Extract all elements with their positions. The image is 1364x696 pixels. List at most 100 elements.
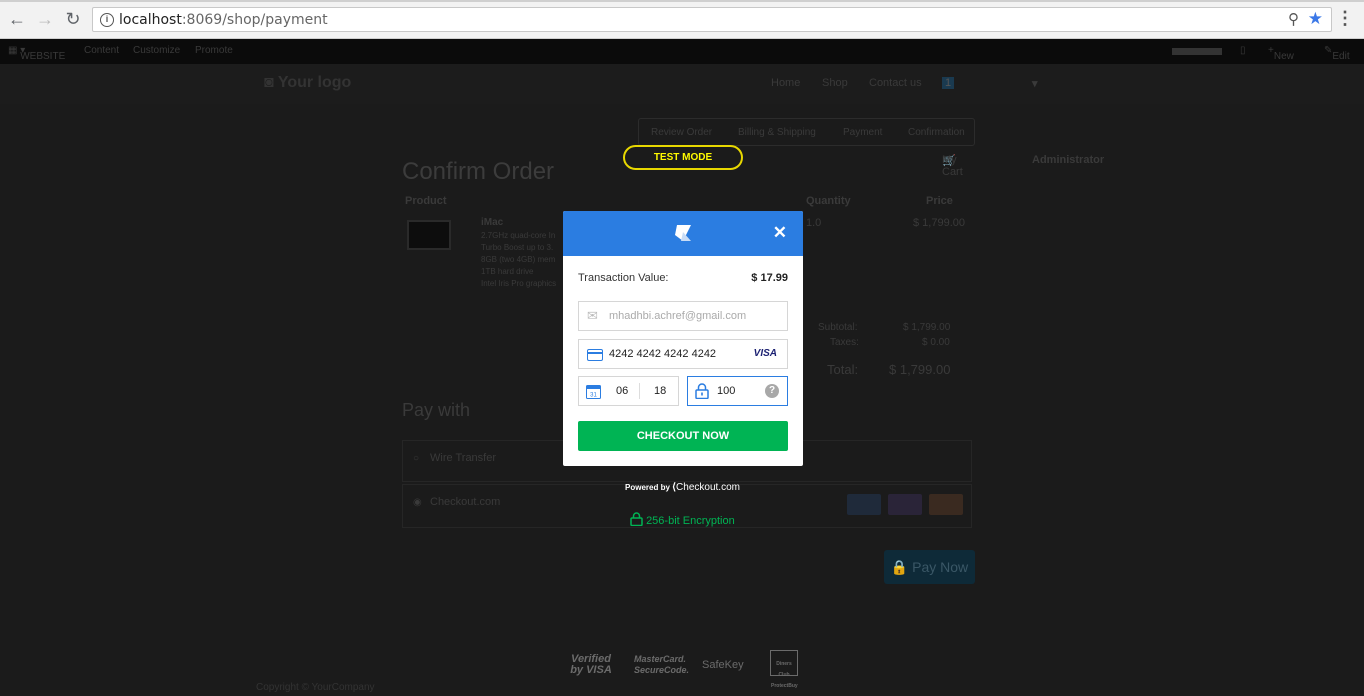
admin-new-button[interactable]: + New (1268, 45, 1294, 62)
nav-shop[interactable]: Shop (822, 77, 848, 89)
total-value: $ 1,799.00 (889, 362, 951, 377)
product-desc-line: Intel Iris Pro graphics (481, 279, 557, 288)
site-logo-text: Your logo (277, 74, 352, 91)
reload-icon[interactable]: ↻ (62, 8, 84, 30)
product-description: 2.7GHz quad-core In Turbo Boost up to 3.… (481, 230, 556, 290)
card-number-value: 4242 4242 4242 4242 (609, 348, 717, 360)
subtotal-label: Subtotal: (818, 322, 858, 333)
safekey-logo: SafeKey (702, 659, 744, 671)
browser-toolbar: ← → ↻ i localhost:8069/shop/payment ⚲ ★ … (0, 0, 1364, 39)
step-review-order[interactable]: Review Order (651, 127, 712, 138)
nav-cart[interactable]: 🛒 My Cart 1 (942, 77, 963, 178)
taxes-label: Taxes: (830, 337, 859, 348)
email-value: mhadhbi.achref@gmail.com (609, 310, 747, 322)
url-path: :8069/shop/payment (181, 12, 328, 28)
admin-customize-menu[interactable]: Customize (133, 45, 180, 56)
product-desc-line: 2.7GHz quad-core In (481, 231, 556, 240)
checkout-steps: Review Order Billing & Shipping Payment … (638, 118, 975, 146)
browser-menu-icon[interactable]: ⋮ (1336, 8, 1354, 29)
nav-contact[interactable]: Contact us (869, 77, 922, 89)
url-text[interactable]: localhost:8069/shop/payment (119, 12, 328, 28)
maestro-card-icon (888, 494, 922, 515)
admin-promote-menu[interactable]: Promote (195, 45, 233, 56)
admin-edit-button[interactable]: ✎ Edit (1324, 45, 1350, 62)
checkout-now-button[interactable]: CHECKOUT NOW (578, 421, 788, 451)
checkout-modal: ✕ Transaction Value: $ 17.99 ✉ mhadhbi.a… (563, 211, 803, 466)
card-number-field[interactable]: 4242 4242 4242 4242 VISA (578, 339, 788, 369)
cvv-field[interactable]: 100 ? (687, 376, 788, 406)
email-field[interactable]: ✉ mhadhbi.achref@gmail.com (578, 301, 788, 331)
subtotal-value: $ 1,799.00 (903, 322, 951, 333)
cvv-value: 100 (717, 385, 736, 397)
pay-now-button[interactable]: 🔒 Pay Now (884, 550, 975, 584)
help-icon[interactable]: ? (765, 384, 779, 398)
checkout-logo-icon (675, 225, 691, 241)
expiry-field[interactable]: 31 06 18 (578, 376, 679, 406)
admin-search-box[interactable] (1172, 48, 1222, 55)
product-quantity: 1.0 (806, 217, 822, 229)
mobile-preview-icon[interactable]: ▯ (1240, 45, 1246, 56)
pay-with-title: Pay with (402, 400, 471, 420)
diners-protectbuy-logo: Diners Club ProtectBuy (770, 650, 798, 689)
admin-content-menu[interactable]: Content (84, 45, 119, 56)
col-price-header: Price (926, 195, 953, 207)
product-desc-line: 1TB hard drive (481, 267, 534, 276)
nav-home[interactable]: Home (771, 77, 800, 89)
expiry-month[interactable]: 06 (616, 385, 628, 397)
pay-now-label: Pay Now (912, 559, 969, 575)
admin-website-menu[interactable]: ▦ WEBSITE ▾ (8, 45, 65, 62)
svg-text:31: 31 (590, 393, 597, 399)
verified-by-visa-logo: Verified by VISA (570, 653, 612, 676)
site-header (0, 64, 1364, 104)
mastercard-securecode-logo: MasterCard. SecureCode. (634, 654, 690, 675)
visa-brand-icon: VISA (753, 348, 777, 359)
forward-arrow-icon[interactable]: → (34, 8, 56, 30)
zoom-icon[interactable]: ⚲ (1288, 10, 1299, 28)
product-image (407, 220, 451, 250)
close-icon[interactable]: ✕ (773, 224, 787, 242)
nav-cart-label: My Cart (942, 154, 963, 178)
site-logo[interactable]: ◙ Your logo (264, 74, 351, 92)
back-arrow-icon[interactable]: ← (6, 8, 28, 30)
encryption-badge: 256-bit Encryption (630, 512, 735, 527)
step-billing-shipping[interactable]: Billing & Shipping (738, 127, 816, 138)
product-name[interactable]: iMac (481, 217, 503, 228)
bookmark-star-icon[interactable]: ★ (1308, 9, 1323, 29)
url-host: localhost (119, 12, 182, 28)
info-icon[interactable]: i (100, 13, 114, 27)
nav-administrator-label: Administrator (1032, 154, 1105, 166)
product-desc-line: 8GB (two 4GB) mem (481, 255, 556, 264)
product-price: $ 1,799.00 (913, 217, 965, 229)
admin-new-label: New (1273, 51, 1294, 62)
tab-strip (0, 0, 1364, 2)
modal-header: ✕ (563, 211, 803, 256)
total-label: Total: (827, 362, 859, 377)
radio-wire-transfer[interactable]: ○ (413, 453, 419, 464)
mastercard-icon (929, 494, 963, 515)
visa-card-icon (847, 494, 881, 515)
page-title: Confirm Order (402, 158, 555, 185)
step-confirmation: Confirmation (908, 127, 965, 138)
transaction-value: $ 17.99 (751, 272, 788, 284)
encryption-label: 256-bit Encryption (646, 515, 735, 527)
test-mode-badge: TEST MODE (623, 145, 743, 170)
admin-bar: ▦ WEBSITE ▾ Content Customize Promote ▯ … (0, 39, 1364, 64)
radio-checkout-com[interactable]: ◉ (413, 497, 422, 508)
powered-by-brand: Checkout.com (676, 482, 740, 493)
admin-edit-label: Edit (1332, 51, 1350, 62)
payment-option-label: Wire Transfer (430, 452, 497, 464)
expiry-year[interactable]: 18 (654, 385, 666, 397)
credit-card-icon (587, 349, 603, 361)
powered-by: Powered by ⟨Checkout.com (625, 482, 740, 493)
taxes-value: $ 0.00 (922, 337, 950, 348)
padlock-icon (630, 512, 643, 527)
nav-administrator[interactable]: Administrator ▾ (1032, 77, 1104, 166)
payment-option-label: Checkout.com (430, 496, 501, 508)
step-payment: Payment (843, 127, 883, 138)
col-quantity-header: Quantity (806, 195, 851, 207)
copyright-text: Copyright © YourCompany (256, 682, 375, 693)
admin-website-label: WEBSITE (20, 51, 66, 62)
calendar-icon: 31 (586, 385, 601, 399)
transaction-value-label: Transaction Value: (578, 272, 669, 284)
address-bar[interactable]: i localhost:8069/shop/payment ⚲ ★ (92, 7, 1332, 32)
